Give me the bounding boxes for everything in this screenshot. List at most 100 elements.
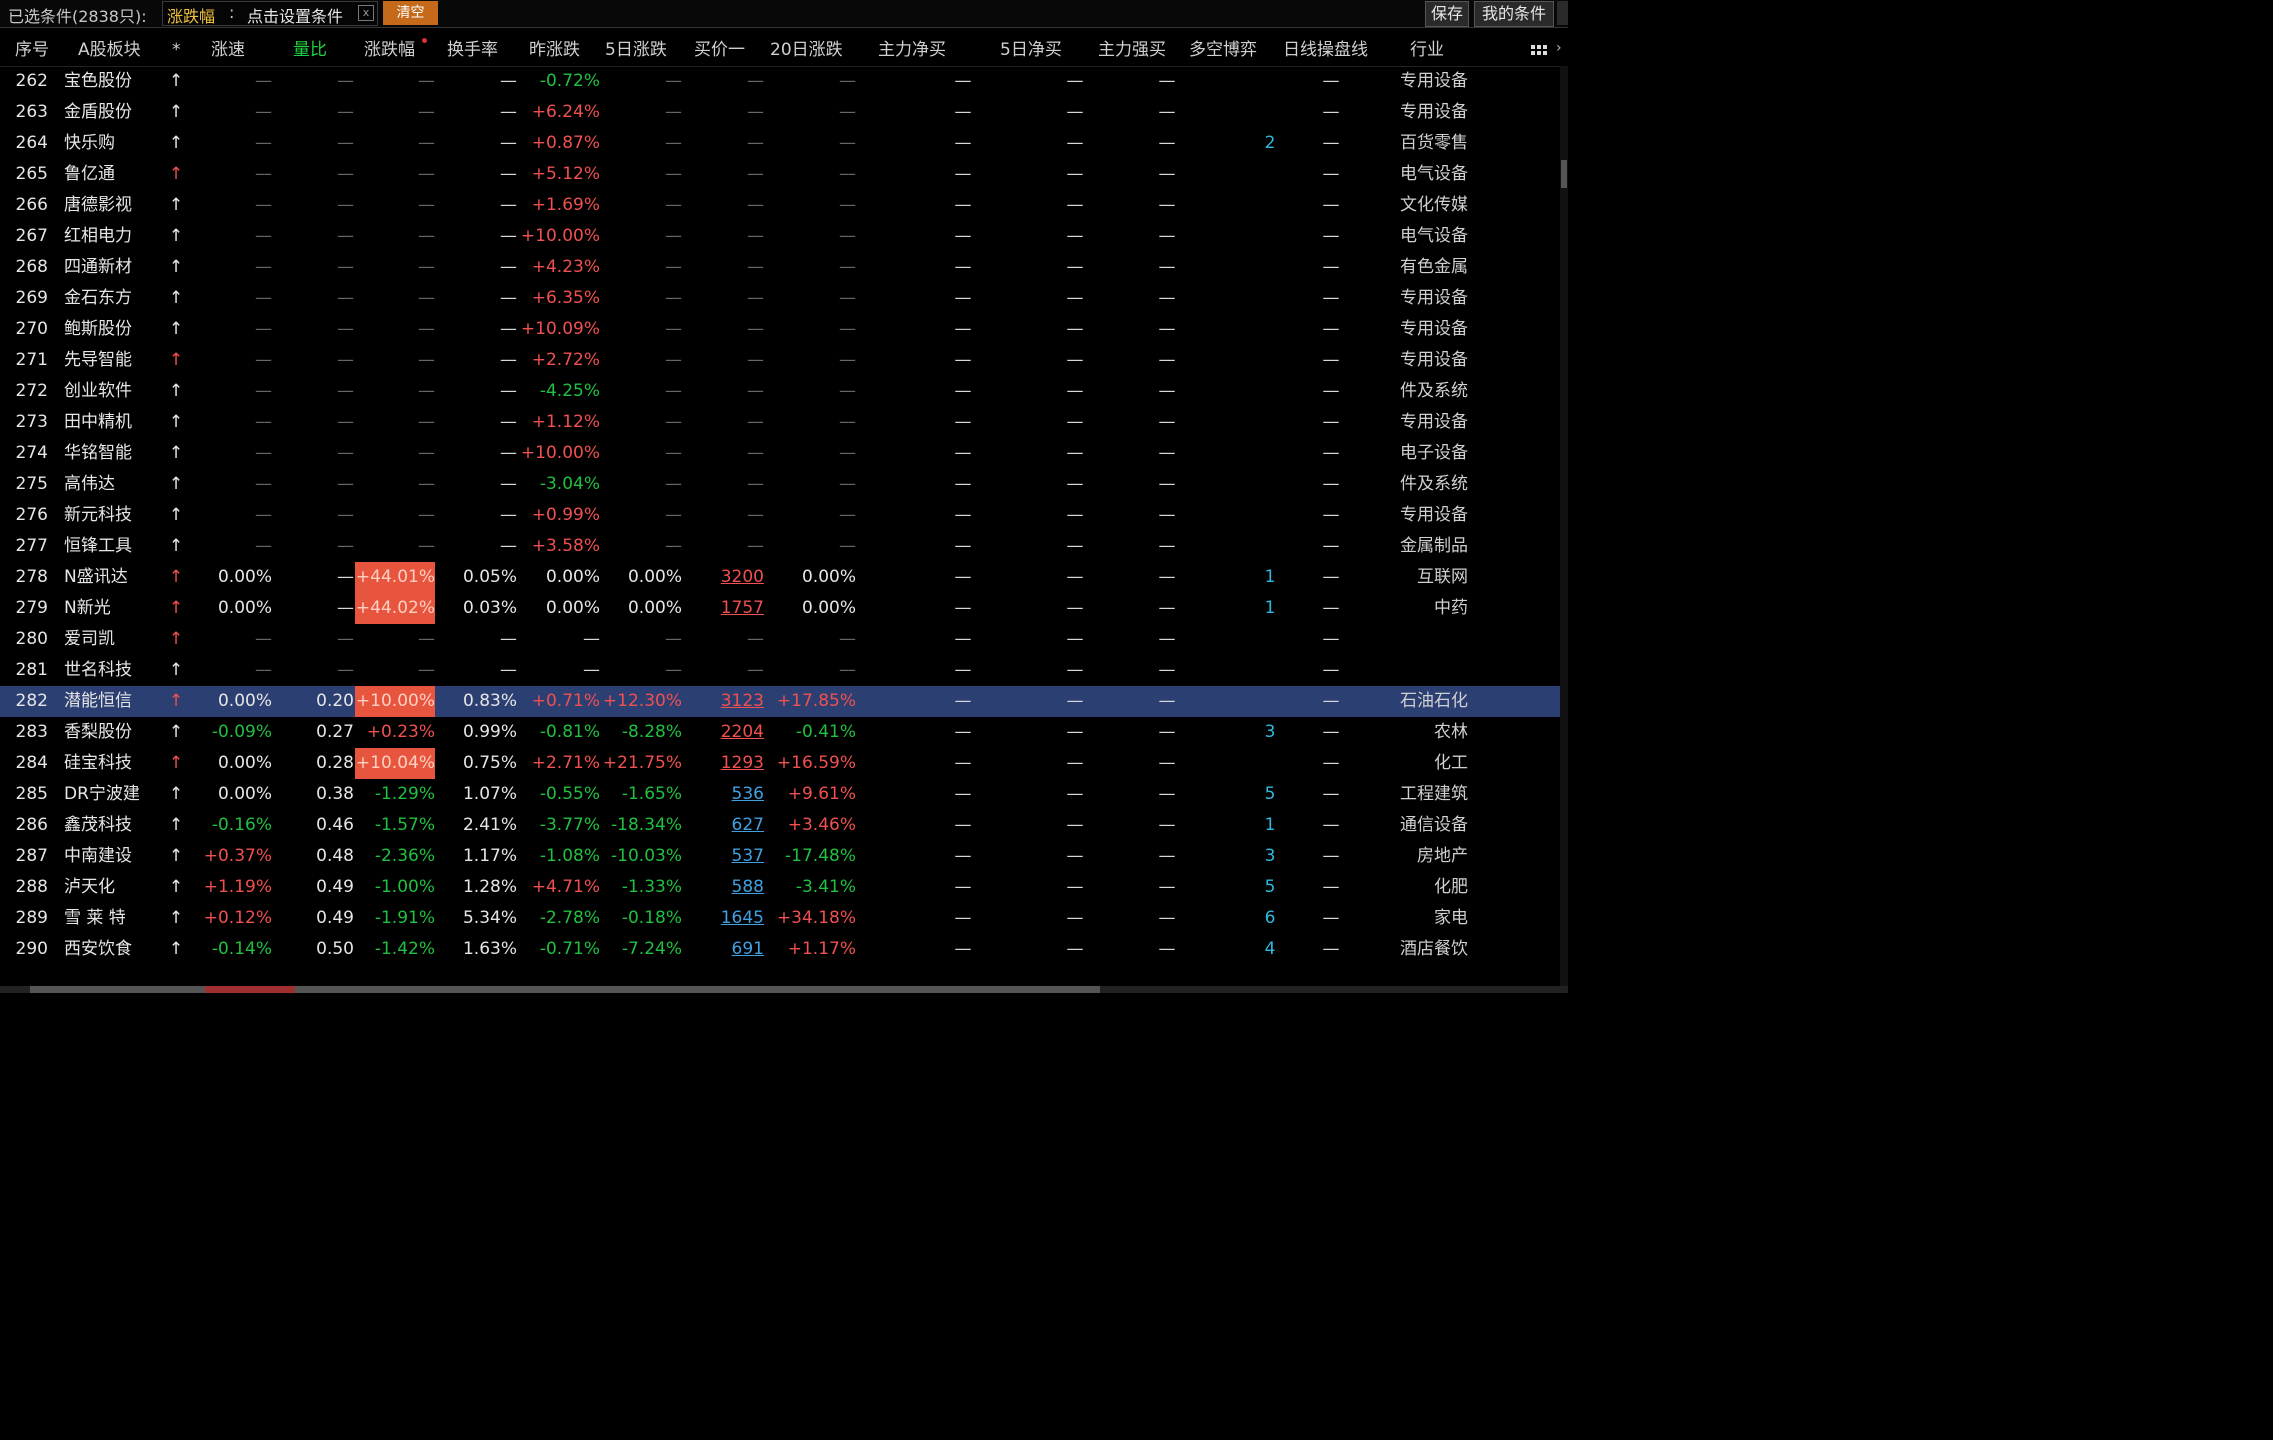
- cell-stock-name[interactable]: 世名科技: [64, 655, 174, 686]
- filter-field-name[interactable]: 涨跌幅: [167, 3, 215, 27]
- col-header-long-short[interactable]: 多空博弈: [1189, 39, 1257, 61]
- cell-vol-ratio: —: [337, 598, 354, 618]
- scroll-right-icon[interactable]: ›: [1556, 40, 1562, 56]
- cell-stock-name[interactable]: 鲍斯股份: [64, 314, 174, 345]
- cell-stock-name[interactable]: 新元科技: [64, 500, 174, 531]
- table-row[interactable]: 276 新元科技 ↑ — — — — +0.99% — — — — — — — 专用设备: [0, 500, 1560, 531]
- cell-stock-name[interactable]: 红相电力: [64, 221, 174, 252]
- cell-stock-name[interactable]: 硅宝科技: [64, 748, 174, 779]
- grid-view-icon[interactable]: [1531, 45, 1547, 59]
- col-header-turnover[interactable]: 换手率: [447, 39, 498, 61]
- cell-vol-ratio: —: [337, 350, 354, 370]
- cell-stock-name[interactable]: 泸天化: [64, 872, 174, 903]
- cell-stock-name[interactable]: 华铭智能: [64, 438, 174, 469]
- table-row[interactable]: 264 快乐购 ↑ — — — — +0.87% — — — — — — 2 — 百货零售: [0, 128, 1560, 159]
- col-header-20d-change[interactable]: 20日涨跌: [770, 39, 843, 61]
- table-row[interactable]: 267 红相电力 ↑ — — — — +10.00% — — — — — — — 电气设备: [0, 221, 1560, 252]
- cell-industry: 电子设备: [1400, 443, 1468, 463]
- cell-stock-name[interactable]: 高伟达: [64, 469, 174, 500]
- col-header-name[interactable]: A股板块: [78, 39, 141, 61]
- scrollbar-thumb[interactable]: [1561, 160, 1567, 188]
- horizontal-scrollbar[interactable]: [0, 986, 1568, 993]
- cell-vol-ratio: 0.50: [316, 939, 354, 959]
- cell-stock-name[interactable]: 快乐购: [64, 128, 174, 159]
- col-header-industry[interactable]: 行业: [1410, 39, 1444, 61]
- col-header-star[interactable]: *: [172, 39, 181, 61]
- cell-stock-name[interactable]: 鲁亿通: [64, 159, 174, 190]
- cell-stock-name[interactable]: 中南建设: [64, 841, 174, 872]
- cell-stock-name[interactable]: 宝色股份: [64, 66, 174, 97]
- table-row[interactable]: 288 泸天化 ↑ +1.19% 0.49 -1.00% 1.28% +4.71% -1.33%…: [0, 872, 1560, 903]
- col-header-main-net-buy[interactable]: 主力净买: [878, 39, 946, 61]
- table-row[interactable]: 262 宝色股份 ↑ — — — — -0.72% — — — — — — — 专用设备: [0, 66, 1560, 97]
- table-row[interactable]: 282 潜能恒信 ↑ 0.00% 0.20 +10.00% 0.83% +0.71% +12.3…: [0, 686, 1560, 717]
- clear-button[interactable]: 清空: [383, 1, 438, 25]
- table-row[interactable]: 272 创业软件 ↑ — — — — -4.25% — — — — — — — 件及系统: [0, 376, 1560, 407]
- table-row[interactable]: 274 华铭智能 ↑ — — — — +10.00% — — — — — — — 电子设备: [0, 438, 1560, 469]
- table-row[interactable]: 285 DR宁波建 ↑ 0.00% 0.38 -1.29% 1.07% -0.55% -1.65…: [0, 779, 1560, 810]
- col-header-prev-change[interactable]: 昨涨跌: [529, 39, 580, 61]
- close-icon[interactable]: x: [358, 5, 374, 21]
- table-row[interactable]: 286 鑫茂科技 ↑ -0.16% 0.46 -1.57% 2.41% -3.77% -18.3…: [0, 810, 1560, 841]
- table-row[interactable]: 284 硅宝科技 ↑ 0.00% 0.28 +10.04% 0.75% +2.71% +21.7…: [0, 748, 1560, 779]
- table-row[interactable]: 273 田中精机 ↑ — — — — +1.12% — — — — — — — 专用设备: [0, 407, 1560, 438]
- cell-long-short: 6: [1264, 908, 1276, 928]
- cell-stock-name[interactable]: 先导智能: [64, 345, 174, 376]
- cell-stock-name[interactable]: 鑫茂科技: [64, 810, 174, 841]
- cell-prev-change: +2.72%: [531, 350, 600, 370]
- table-row[interactable]: 277 恒锋工具 ↑ — — — — +3.58% — — — — — — — 金属制品: [0, 531, 1560, 562]
- table-row[interactable]: 263 金盾股份 ↑ — — — — +6.24% — — — — — — — 专用设备: [0, 97, 1560, 128]
- col-header-index[interactable]: 序号: [15, 39, 49, 61]
- table-row[interactable]: 270 鲍斯股份 ↑ — — — — +10.09% — — — — — — — 专用设备: [0, 314, 1560, 345]
- col-header-daily-line[interactable]: 日线操盘线: [1283, 39, 1368, 61]
- table-row[interactable]: 265 鲁亿通 ↑ — — — — +5.12% — — — — — — — 电气设备: [0, 159, 1560, 190]
- table-row[interactable]: 271 先导智能 ↑ — — — — +2.72% — — — — — — — 专用设备: [0, 345, 1560, 376]
- col-header-change[interactable]: 涨跌幅: [364, 39, 415, 61]
- table-row[interactable]: 269 金石东方 ↑ — — — — +6.35% — — — — — — — 专用设备: [0, 283, 1560, 314]
- cell-stock-name[interactable]: 雪 莱 特: [64, 903, 174, 934]
- cell-change: —: [418, 505, 435, 525]
- cell-stock-name[interactable]: 四通新材: [64, 252, 174, 283]
- set-condition-link[interactable]: 点击设置条件: [247, 3, 343, 27]
- table-row[interactable]: 283 香梨股份 ↑ -0.09% 0.27 +0.23% 0.99% -0.81% -8.28…: [0, 717, 1560, 748]
- my-conditions-button[interactable]: 我的条件: [1474, 1, 1554, 27]
- cell-stock-name[interactable]: 金盾股份: [64, 97, 174, 128]
- cell-bid1: —: [747, 505, 764, 525]
- arrow-up-icon: ↑: [168, 567, 184, 587]
- table-row[interactable]: 268 四通新材 ↑ — — — — +4.23% — — — — — — — 有色金属: [0, 252, 1560, 283]
- cell-stock-name[interactable]: N新光: [64, 593, 174, 624]
- table-row[interactable]: 275 高伟达 ↑ — — — — -3.04% — — — — — — — 件及系统: [0, 469, 1560, 500]
- col-header-5d-change[interactable]: 5日涨跌: [605, 39, 667, 61]
- save-button[interactable]: 保存: [1425, 1, 1469, 27]
- cell-stock-name[interactable]: 创业软件: [64, 376, 174, 407]
- vertical-scrollbar[interactable]: [1560, 66, 1568, 986]
- table-row[interactable]: 287 中南建设 ↑ +0.37% 0.48 -2.36% 1.17% -1.08% -10.0…: [0, 841, 1560, 872]
- cell-stock-name[interactable]: 香梨股份: [64, 717, 174, 748]
- cell-stock-name[interactable]: DR宁波建: [64, 779, 174, 810]
- col-header-main-strong-buy[interactable]: 主力强买: [1098, 39, 1166, 61]
- col-header-vol-ratio[interactable]: 量比: [293, 39, 327, 61]
- cell-stock-name[interactable]: 唐德影视: [64, 190, 174, 221]
- cell-stock-name[interactable]: 西安饮食: [64, 934, 174, 965]
- table-row[interactable]: 278 N盛讯达 ↑ 0.00% — +44.01% 0.05% 0.00% 0.00% 3200…: [0, 562, 1560, 593]
- col-header-bid1[interactable]: 买价一: [694, 39, 745, 61]
- table-row[interactable]: 281 世名科技 ↑ — — — — — — — — — — — —: [0, 655, 1560, 686]
- cell-stock-name[interactable]: 恒锋工具: [64, 531, 174, 562]
- cell-stock-name[interactable]: 潜能恒信: [64, 686, 174, 717]
- cell-bid1: 536: [731, 784, 764, 804]
- table-row[interactable]: 290 西安饮食 ↑ -0.14% 0.50 -1.42% 1.63% -0.71% -7.24…: [0, 934, 1560, 965]
- col-header-speed[interactable]: 涨速: [211, 39, 245, 61]
- cell-prev-change: -0.71%: [539, 939, 600, 959]
- cell-stock-name[interactable]: N盛讯达: [64, 562, 174, 593]
- table-row[interactable]: 279 N新光 ↑ 0.00% — +44.02% 0.03% 0.00% 0.00% 1757 0…: [0, 593, 1560, 624]
- cell-change: —: [418, 257, 435, 277]
- col-header-5d-net-buy[interactable]: 5日净买: [1000, 39, 1062, 61]
- cell-stock-name[interactable]: 田中精机: [64, 407, 174, 438]
- table-row[interactable]: 266 唐德影视 ↑ — — — — +1.69% — — — — — — — 文化传媒: [0, 190, 1560, 221]
- arrow-up-icon: ↑: [168, 102, 184, 122]
- cell-stock-name[interactable]: 金石东方: [64, 283, 174, 314]
- table-row[interactable]: 289 雪 莱 特 ↑ +0.12% 0.49 -1.91% 5.34% -2.78% -0.1…: [0, 903, 1560, 934]
- table-row[interactable]: 280 爱司凯 ↑ — — — — — — — — — — — —: [0, 624, 1560, 655]
- cell-stock-name[interactable]: 爱司凯: [64, 624, 174, 655]
- cell-speed: 0.00%: [217, 691, 272, 711]
